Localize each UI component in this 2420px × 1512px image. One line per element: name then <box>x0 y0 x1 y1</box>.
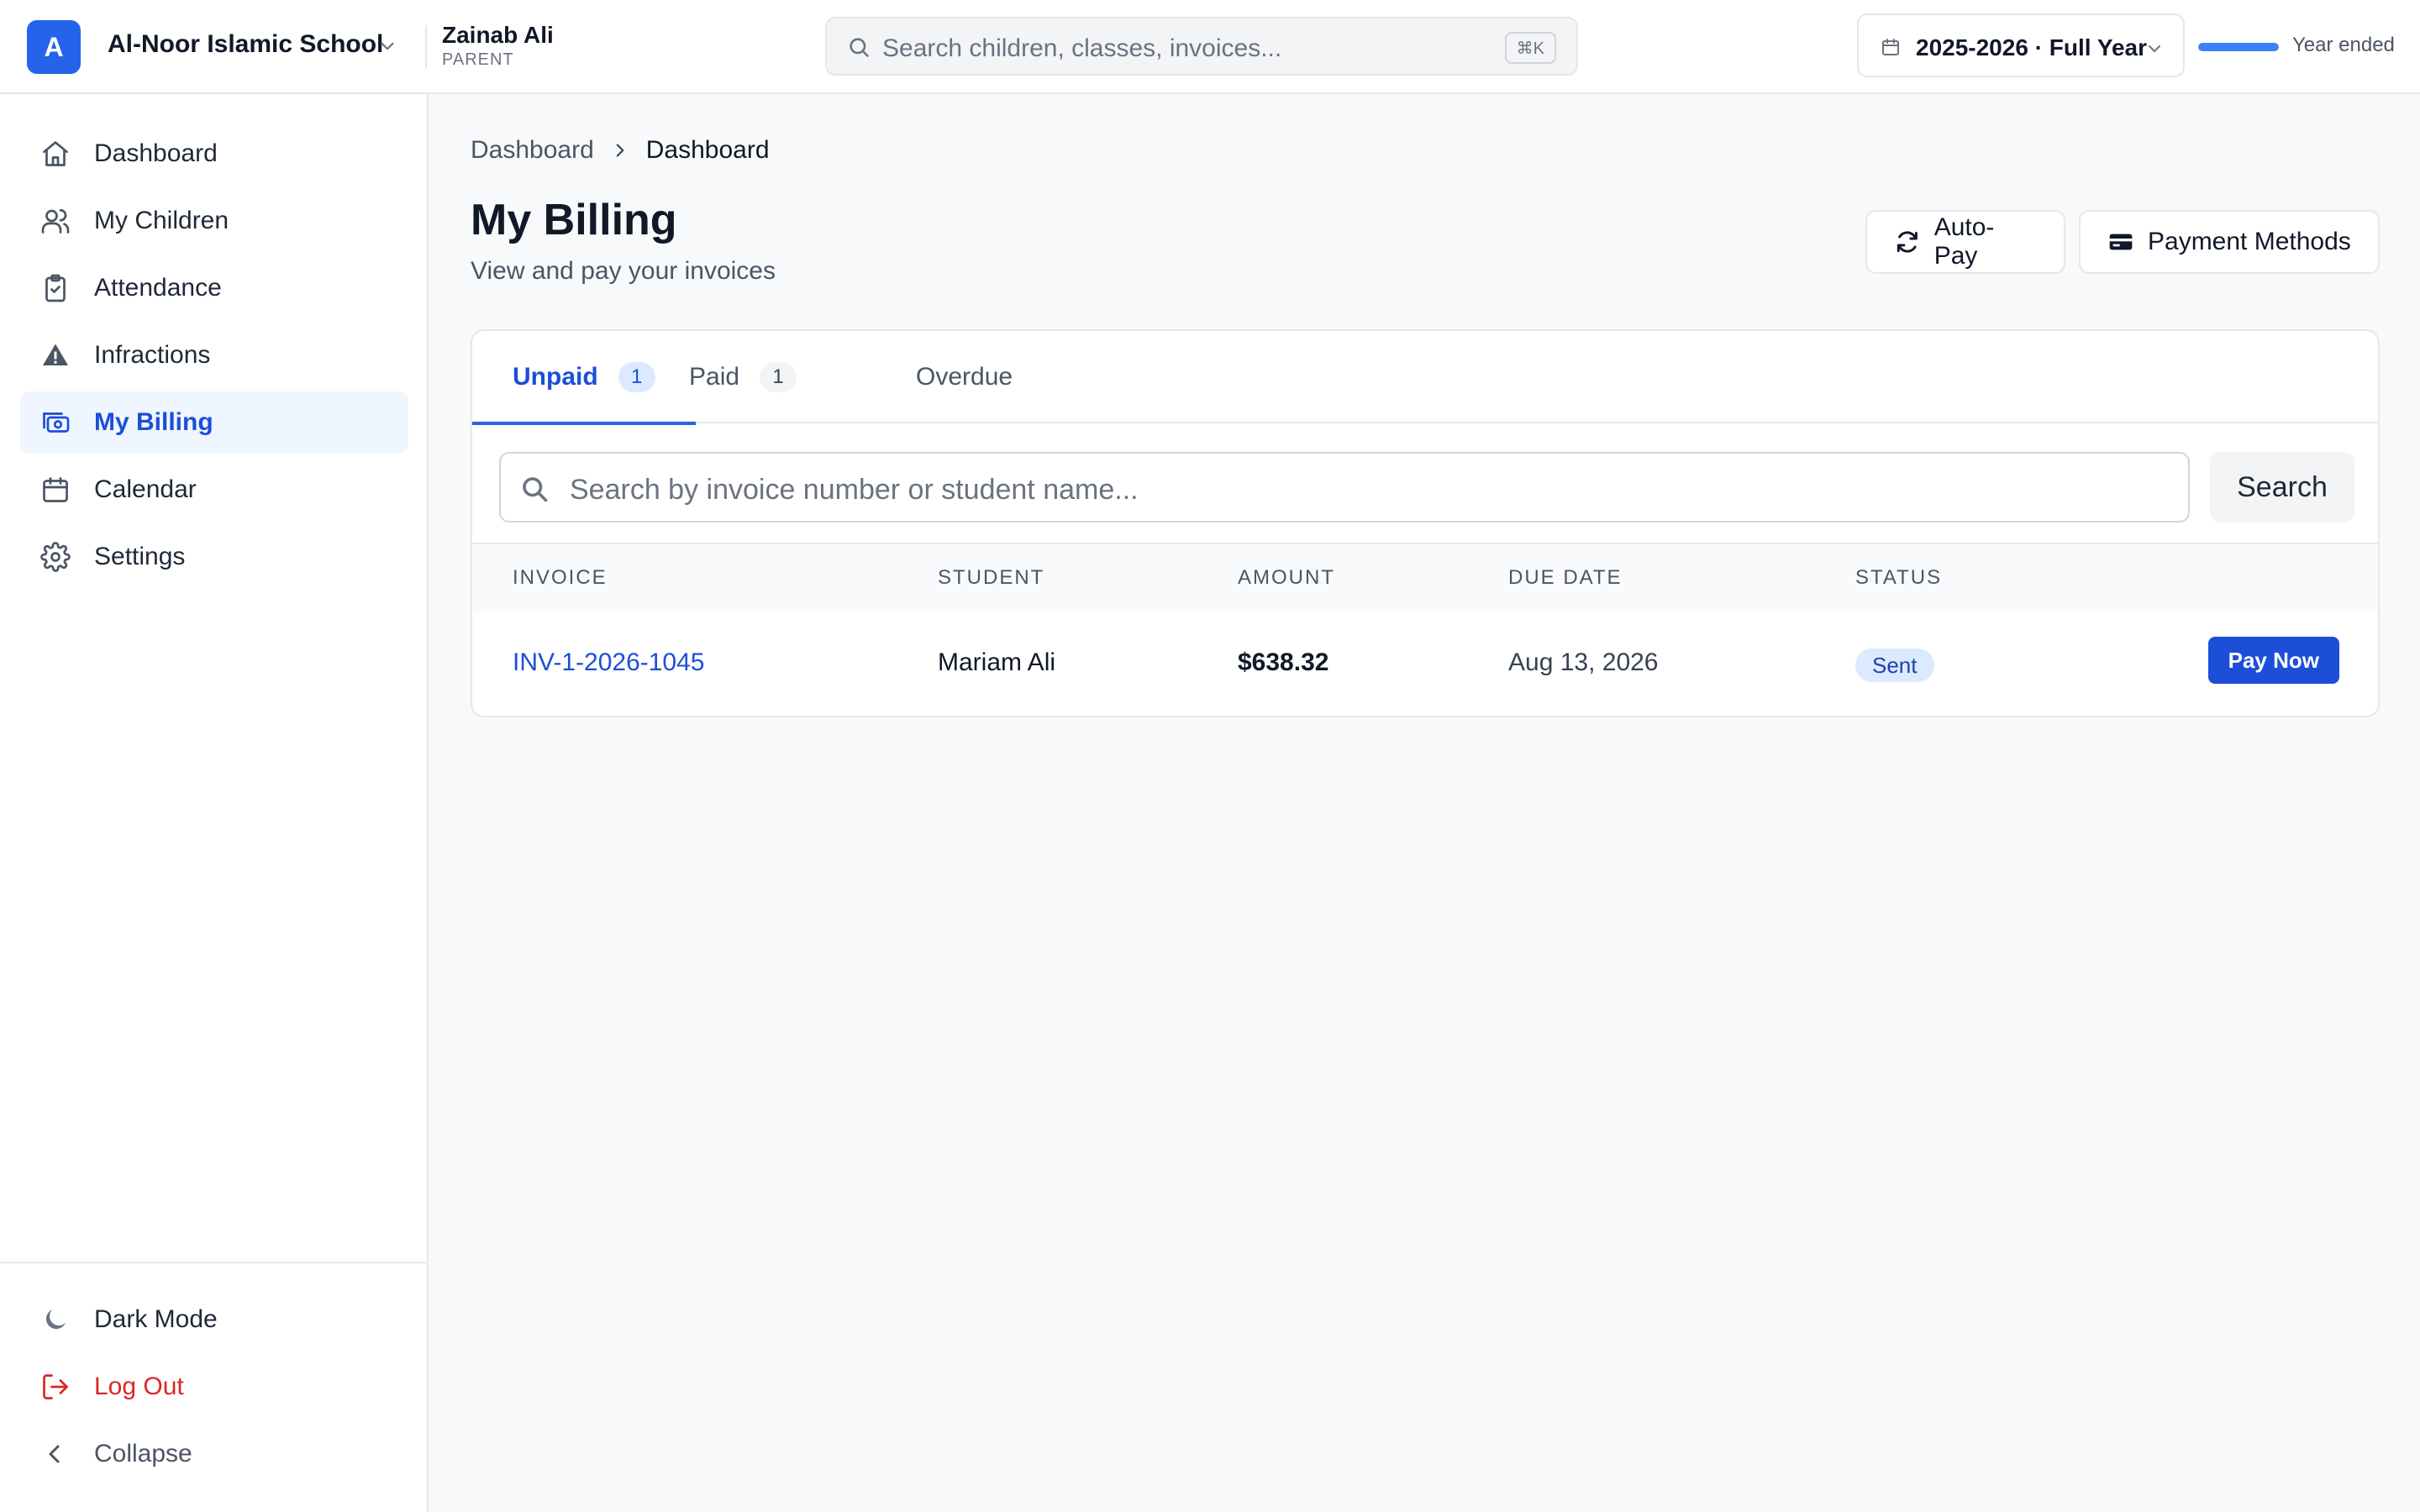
sidebar-divider <box>0 1262 427 1263</box>
sidebar-item-label: Infractions <box>94 341 211 369</box>
tab-label: Overdue <box>916 363 1013 391</box>
logout-icon <box>43 1374 68 1399</box>
tab-paid[interactable]: Paid 1 <box>689 331 797 423</box>
invoice-search-placeholder: Search by invoice number or student name… <box>570 474 1139 506</box>
collapse-sidebar-button[interactable]: Collapse <box>20 1423 408 1485</box>
tab-count-badge: 1 <box>760 362 797 392</box>
breadcrumb: Dashboard Dashboard <box>471 136 770 165</box>
search-icon <box>523 477 548 502</box>
gear-icon <box>40 542 71 572</box>
column-header-invoice[interactable]: INVOICE <box>513 566 608 590</box>
global-search-input[interactable]: Search children, classes, invoices... ⌘K <box>825 17 1578 76</box>
clipboard-check-icon <box>45 274 66 302</box>
invoice-amount: $638.32 <box>1238 648 1329 676</box>
invoice-due-date: Aug 13, 2026 <box>1508 648 1659 676</box>
warning-icon <box>43 344 68 365</box>
chevron-down-icon[interactable] <box>376 35 398 57</box>
column-header-status[interactable]: STATUS <box>1855 566 1942 590</box>
table-row: INV-1-2026-1045 Mariam Ali $638.32 Aug 1… <box>472 612 2378 716</box>
sidebar-item-label: Dashboard <box>94 139 218 167</box>
sidebar-item-label: My Billing <box>94 408 213 436</box>
tab-label: Paid <box>689 363 740 391</box>
pay-now-button[interactable]: Pay Now <box>2207 637 2339 684</box>
school-selector[interactable]: Al-Noor Islamic School <box>108 30 383 59</box>
academic-year-label: 2025-2026 · Full Year <box>1916 34 2147 60</box>
auto-pay-label: Auto-Pay <box>1933 213 1995 270</box>
auto-pay-button[interactable]: Auto-Pay <box>1865 210 2065 274</box>
collapse-label: Collapse <box>94 1440 192 1467</box>
column-header-due-date[interactable]: DUE DATE <box>1508 566 1623 590</box>
page-title: My Billing <box>471 196 677 244</box>
payment-methods-label: Payment Methods <box>2148 228 2351 255</box>
sidebar-item-my-children[interactable]: My Children <box>20 190 408 252</box>
moon-icon <box>45 1310 66 1330</box>
table-header: INVOICE STUDENT AMOUNT DUE DATE STATUS <box>472 544 2378 612</box>
tab-unpaid[interactable]: Unpaid 1 <box>472 331 696 425</box>
sidebar-item-label: Calendar <box>94 475 197 503</box>
breadcrumb-current: Dashboard <box>645 136 770 164</box>
logout-button[interactable]: Log Out <box>20 1356 408 1418</box>
column-header-student[interactable]: STUDENT <box>938 566 1044 590</box>
calendar-icon <box>43 477 68 502</box>
chevron-right-icon <box>616 144 624 157</box>
tab-count-badge: 1 <box>618 362 655 392</box>
global-search-placeholder: Search children, classes, invoices... <box>882 34 1282 62</box>
invoices-card: Unpaid 1 Paid 1 Overdue Search by invoic… <box>471 329 2380 717</box>
invoice-search-input[interactable]: Search by invoice number or student name… <box>499 452 2190 522</box>
dark-mode-label: Dark Mode <box>94 1305 218 1333</box>
year-progress-bar <box>2198 43 2279 51</box>
sidebar-item-label: Attendance <box>94 274 222 302</box>
sidebar-item-label: My Children <box>94 207 229 234</box>
invoice-filter-row: Search by invoice number or student name… <box>472 423 2378 544</box>
sidebar-item-dashboard[interactable]: Dashboard <box>20 123 408 185</box>
sidebar-item-infractions[interactable]: Infractions <box>20 324 408 386</box>
calendar-icon <box>1882 39 1899 55</box>
chevron-left-icon <box>49 1445 60 1463</box>
sidebar-item-label: Settings <box>94 543 186 570</box>
chevron-down-icon <box>2149 45 2160 52</box>
home-icon <box>43 141 68 166</box>
refresh-icon <box>1897 231 1918 253</box>
user-name: Zainab Ali <box>442 22 554 48</box>
search-icon <box>850 38 869 57</box>
tab-overdue[interactable]: Overdue <box>916 331 1013 423</box>
credit-card-icon <box>2109 234 2133 250</box>
school-logo[interactable]: A <box>27 20 81 74</box>
sidebar-item-calendar[interactable]: Calendar <box>20 459 408 521</box>
academic-year-selector[interactable]: 2025-2026 · Full Year <box>1857 13 2185 77</box>
payment-methods-button[interactable]: Payment Methods <box>2079 210 2380 274</box>
year-progress-fill <box>2198 43 2279 51</box>
tab-label: Unpaid <box>513 363 598 391</box>
top-bar: A Al-Noor Islamic School Zainab Ali PARE… <box>0 0 2420 94</box>
users-icon <box>41 208 70 234</box>
keyboard-shortcut-badge: ⌘K <box>1504 32 1556 64</box>
billing-icon <box>43 412 70 433</box>
student-name: Mariam Ali <box>938 648 1056 676</box>
breadcrumb-item[interactable]: Dashboard <box>471 136 594 165</box>
logout-label: Log Out <box>94 1373 184 1400</box>
status-badge: Sent <box>1855 648 1934 682</box>
sidebar-item-attendance[interactable]: Attendance <box>20 257 408 319</box>
sidebar-item-my-billing[interactable]: My Billing <box>20 391 408 454</box>
header-divider <box>425 25 427 69</box>
invoice-number-link[interactable]: INV-1-2026-1045 <box>513 648 705 677</box>
sidebar-item-settings[interactable]: Settings <box>20 526 408 588</box>
invoice-tabs: Unpaid 1 Paid 1 Overdue <box>472 331 2378 425</box>
sidebar: Dashboard My Children Attendance Infract… <box>0 94 429 1512</box>
column-header-amount[interactable]: AMOUNT <box>1238 566 1335 590</box>
user-role: PARENT <box>442 50 514 69</box>
search-button[interactable]: Search <box>2210 452 2354 522</box>
year-status: Year ended <box>2292 34 2395 56</box>
page-subtitle: View and pay your invoices <box>471 257 776 285</box>
dark-mode-toggle[interactable]: Dark Mode <box>20 1289 408 1351</box>
